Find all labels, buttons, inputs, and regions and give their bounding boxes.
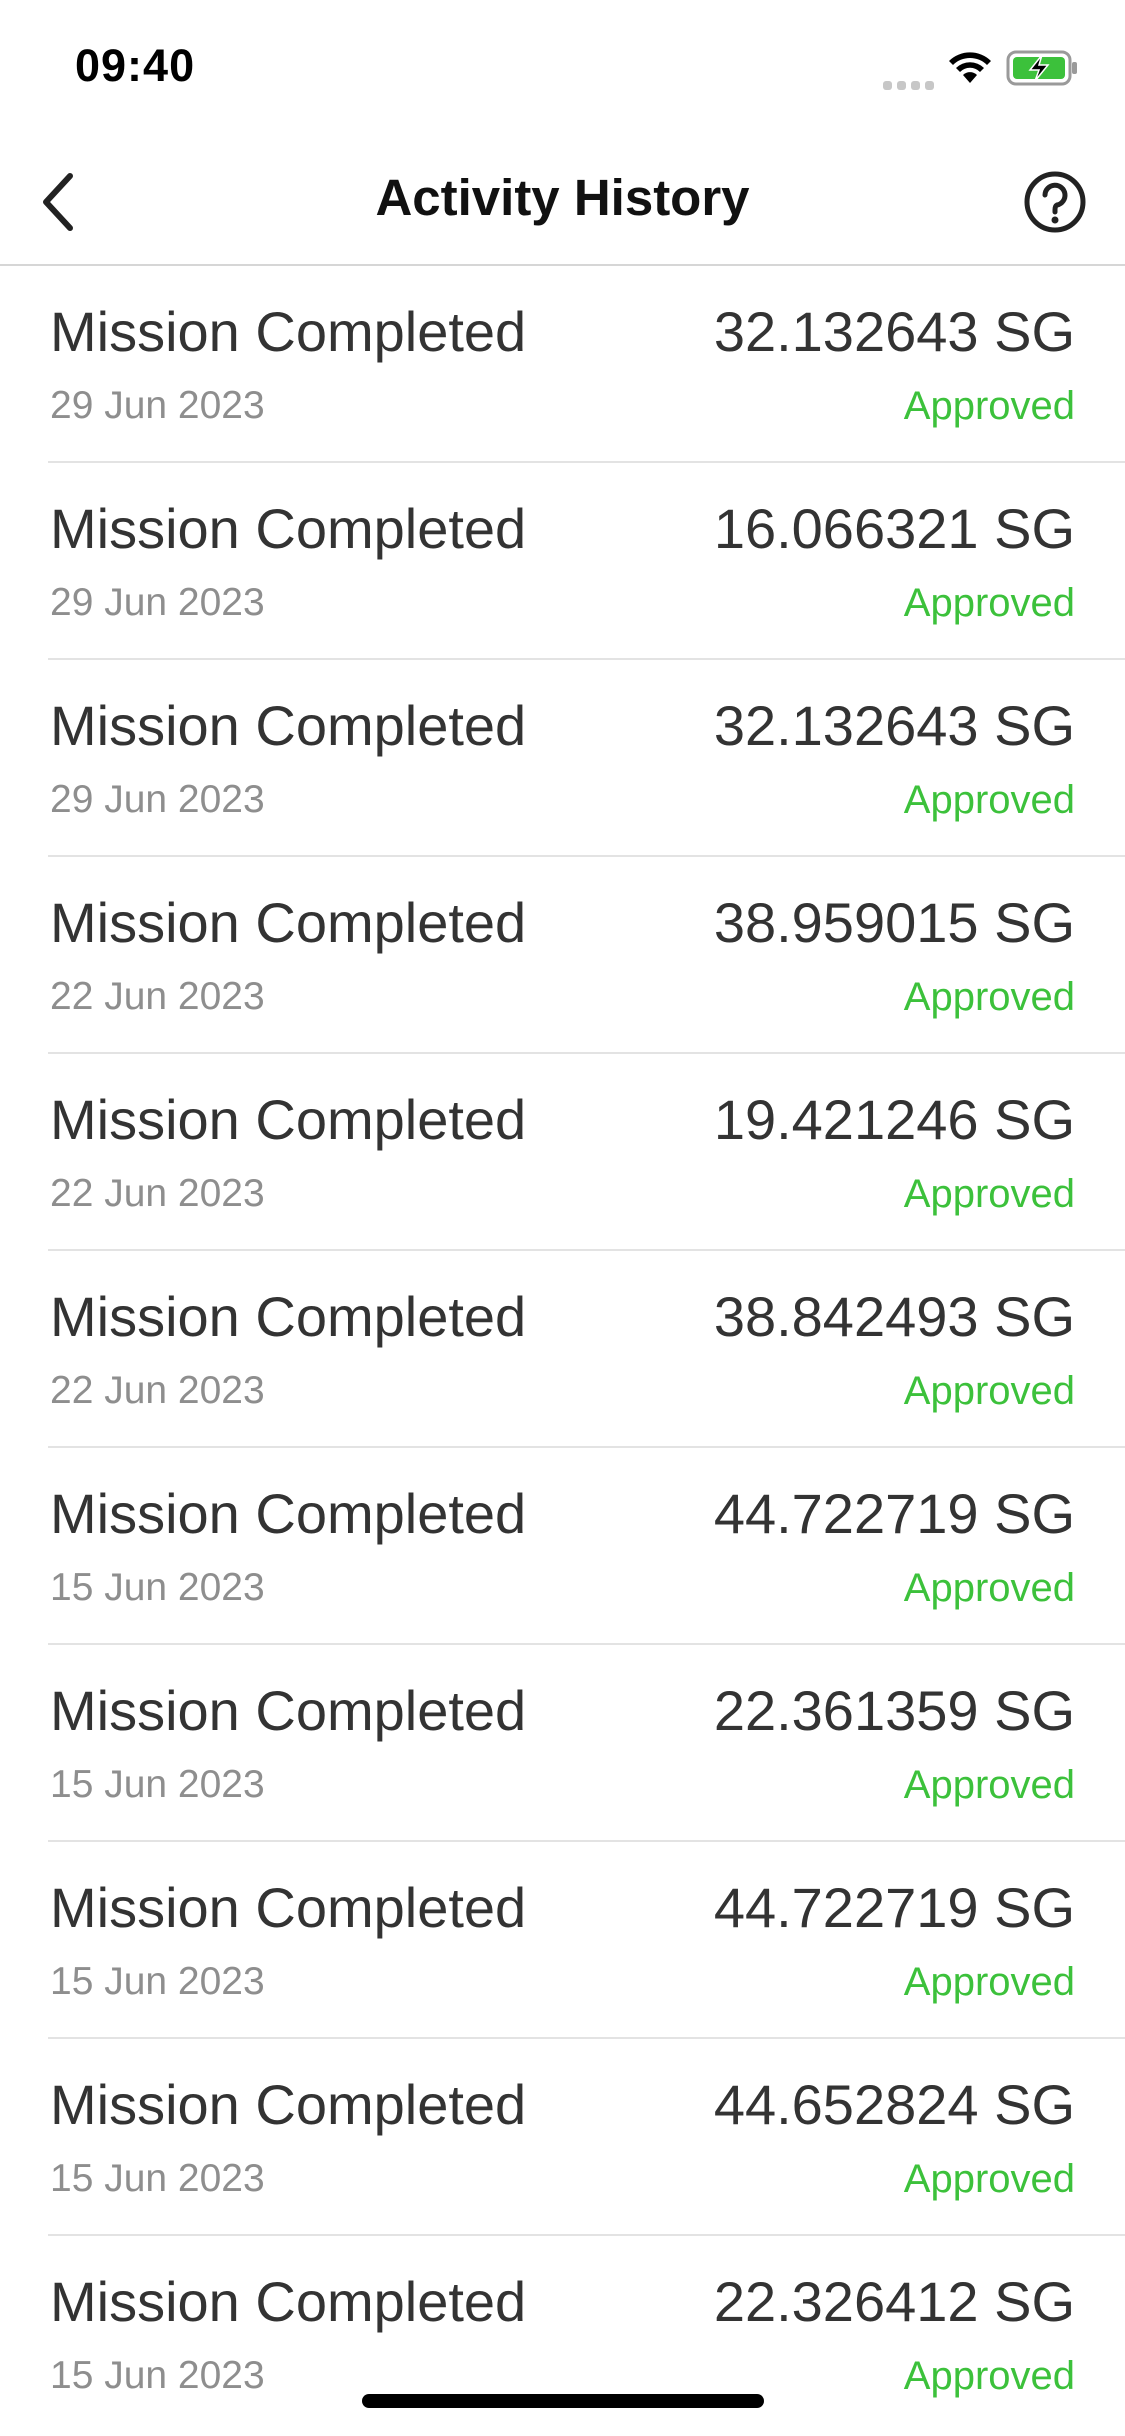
item-amount: 44.722719 SG [713,1876,1075,1939]
item-date: 22 Jun 2023 [50,1369,265,1412]
status-badge: Approved [903,975,1075,1019]
help-circle-icon [1024,171,1086,233]
item-title: Mission Completed [50,1088,527,1151]
nav-bar: Activity History [0,140,1125,266]
list-item[interactable]: Mission Completed 15 Jun 2023 44.652824 … [48,2039,1125,2236]
status-bar: 09:40 [0,0,1125,140]
item-amount: 32.132643 SG [713,694,1075,757]
item-title: Mission Completed [50,1876,527,1939]
list-item[interactable]: Mission Completed 29 Jun 2023 32.132643 … [48,266,1125,463]
item-date: 22 Jun 2023 [50,1172,265,1215]
status-badge: Approved [903,384,1075,428]
item-amount: 19.421246 SG [713,1088,1075,1151]
item-title: Mission Completed [50,2270,527,2333]
wifi-icon [949,52,991,83]
home-indicator[interactable] [362,2394,764,2408]
list-item[interactable]: Mission Completed 29 Jun 2023 16.066321 … [48,463,1125,660]
item-date: 29 Jun 2023 [50,384,265,427]
item-date: 15 Jun 2023 [50,1960,265,2003]
list-item[interactable]: Mission Completed 15 Jun 2023 44.722719 … [48,1842,1125,2039]
item-title: Mission Completed [50,1482,527,1545]
item-date: 29 Jun 2023 [50,581,265,624]
item-title: Mission Completed [50,694,527,757]
status-badge: Approved [903,581,1075,625]
item-amount: 22.326412 SG [713,2270,1075,2333]
status-time: 09:40 [75,40,196,91]
list-item[interactable]: Mission Completed 22 Jun 2023 38.959015 … [48,857,1125,1054]
status-badge: Approved [903,1172,1075,1216]
status-badge: Approved [903,1566,1075,1610]
item-amount: 44.722719 SG [713,1482,1075,1545]
item-title: Mission Completed [50,497,527,560]
item-amount: 16.066321 SG [713,497,1075,560]
item-amount: 32.132643 SG [713,300,1075,363]
activity-list: Mission Completed 29 Jun 2023 32.132643 … [0,266,1125,2433]
item-title: Mission Completed [50,891,527,954]
signal-dots-icon [883,46,934,90]
list-item[interactable]: Mission Completed 22 Jun 2023 19.421246 … [48,1054,1125,1251]
list-item[interactable]: Mission Completed 15 Jun 2023 44.722719 … [48,1448,1125,1645]
item-amount: 44.652824 SG [713,2073,1075,2136]
list-item[interactable]: Mission Completed 22 Jun 2023 38.842493 … [48,1251,1125,1448]
item-title: Mission Completed [50,300,527,363]
item-date: 15 Jun 2023 [50,1566,265,1609]
status-badge: Approved [903,1763,1075,1807]
item-date: 29 Jun 2023 [50,778,265,821]
item-amount: 38.842493 SG [713,1285,1075,1348]
page-title: Activity History [375,169,750,226]
battery-charging-icon [1006,50,1077,86]
status-badge: Approved [903,778,1075,822]
item-amount: 22.361359 SG [713,1679,1075,1742]
item-amount: 38.959015 SG [713,891,1075,954]
list-item[interactable]: Mission Completed 29 Jun 2023 32.132643 … [48,660,1125,857]
status-icons [883,46,1080,90]
status-badge: Approved [903,1960,1075,2004]
item-title: Mission Completed [50,2073,527,2136]
item-date: 22 Jun 2023 [50,975,265,1018]
item-date: 15 Jun 2023 [50,2354,265,2397]
status-badge: Approved [903,2157,1075,2201]
status-badge: Approved [903,1369,1075,1413]
list-item[interactable]: Mission Completed 15 Jun 2023 22.361359 … [48,1645,1125,1842]
item-date: 15 Jun 2023 [50,1763,265,1806]
status-badge: Approved [903,2354,1075,2398]
help-button[interactable] [1017,164,1093,240]
item-title: Mission Completed [50,1285,527,1348]
item-date: 15 Jun 2023 [50,2157,265,2200]
item-title: Mission Completed [50,1679,527,1742]
